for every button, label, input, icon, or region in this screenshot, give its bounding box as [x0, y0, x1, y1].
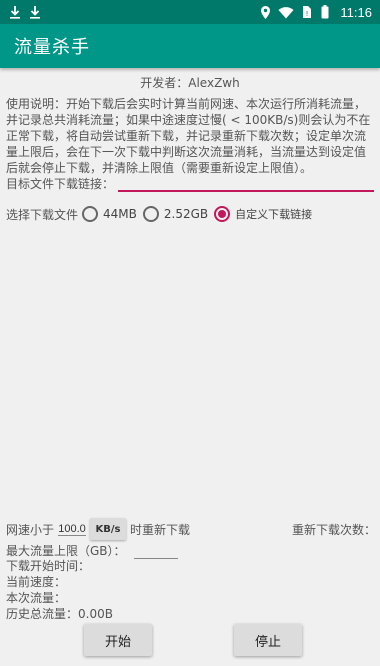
- radio-label: 自定义下载链接: [235, 208, 313, 221]
- app-bar: 流量杀手: [0, 24, 380, 68]
- speed-threshold-row: 网速小于 100.0 KB/s 时重新下载 重新下载次数：: [6, 518, 376, 540]
- start-button[interactable]: 开始: [84, 624, 152, 656]
- status-left: [8, 4, 42, 20]
- radio-label: 44MB: [103, 207, 137, 221]
- radio-44mb[interactable]: 44MB: [82, 206, 137, 222]
- svg-text:!: !: [306, 10, 309, 18]
- speed-threshold-input[interactable]: 100.0: [58, 523, 87, 536]
- speed-prefix-label: 网速小于: [6, 522, 55, 537]
- status-time: 11:16: [340, 4, 372, 20]
- file-choice-row: 选择下载文件 44MB 2.52GB 自定义下载链接: [6, 203, 318, 225]
- start-time-label: 下载开始时间：: [6, 559, 91, 573]
- total-traffic-label: 历史总流量：0.00B: [6, 607, 113, 621]
- stop-button[interactable]: 停止: [234, 624, 302, 656]
- radio-button-checked[interactable]: [214, 206, 231, 222]
- usage-instructions: 使用说明：开始下载后会实时计算当前网速、本次运行所消耗流量，并记录总共消耗流量；…: [6, 97, 371, 175]
- current-speed-label: 当前速度：: [6, 575, 67, 589]
- download-icon: [28, 4, 42, 20]
- download-icon: [8, 4, 22, 20]
- developer-label: 开发者：AlexZwh: [140, 76, 240, 90]
- status-right: ! 11:16: [258, 4, 372, 20]
- radio-custom-link[interactable]: 自定义下载链接: [214, 206, 312, 222]
- target-link-input[interactable]: [118, 174, 374, 192]
- location-icon: [258, 4, 272, 20]
- retry-count-label: 重新下载次数：: [291, 522, 376, 537]
- target-link-label: 目标文件下载链接：: [6, 177, 115, 191]
- speed-suffix-label: 时重新下载: [130, 522, 191, 537]
- wifi-icon: [278, 4, 294, 20]
- traffic-limit-input[interactable]: [133, 545, 178, 559]
- radio-2-52gb[interactable]: 2.52GB: [142, 206, 209, 222]
- app-title: 流量杀手: [14, 37, 90, 58]
- file-choice-label: 选择下载文件: [6, 207, 79, 222]
- sim-icon: !: [300, 4, 314, 20]
- this-traffic-label: 本次流量：: [6, 591, 67, 605]
- speed-unit-button[interactable]: KB/s: [90, 518, 127, 540]
- battery-icon: [320, 4, 330, 20]
- radio-button[interactable]: [82, 206, 99, 222]
- radio-label: 2.52GB: [163, 207, 209, 221]
- radio-button[interactable]: [142, 206, 159, 222]
- status-bar: ! 11:16: [0, 0, 380, 24]
- target-link-row: 目标文件下载链接：: [6, 174, 374, 192]
